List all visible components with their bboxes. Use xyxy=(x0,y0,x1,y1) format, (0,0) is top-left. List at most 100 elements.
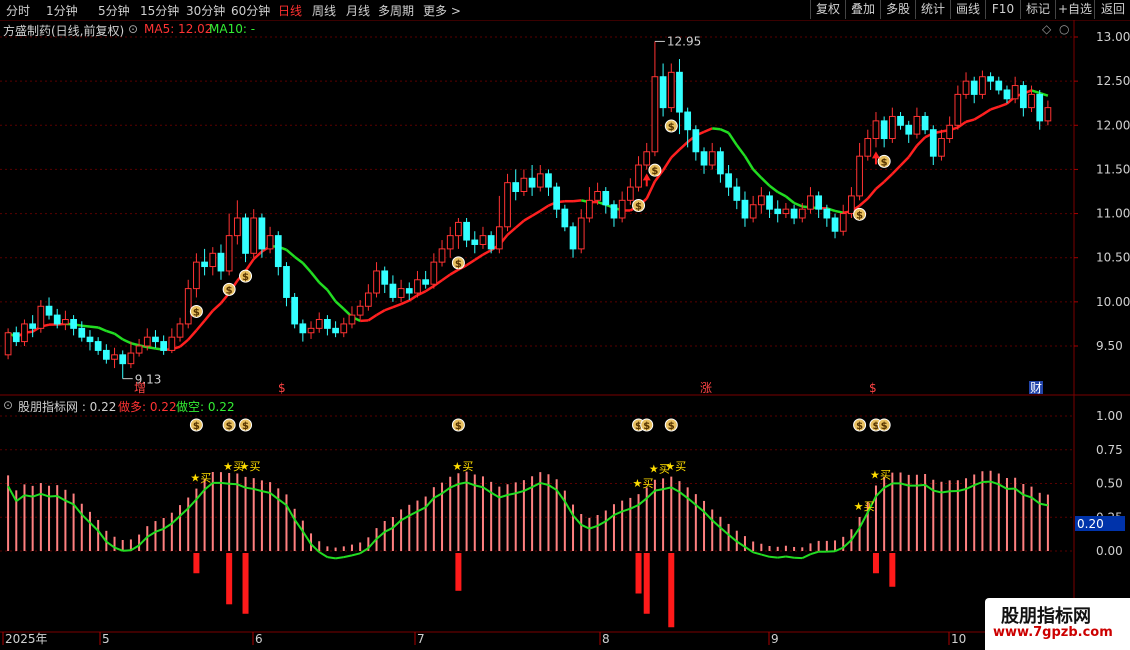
buy-signal-label: 买 xyxy=(200,471,211,484)
candle-body xyxy=(667,71,675,109)
candle-body xyxy=(962,80,970,95)
ma-line-segment xyxy=(531,209,541,217)
ma-line-segment xyxy=(367,314,378,322)
indicator-toggle-icon[interactable]: ⊙ xyxy=(3,398,13,412)
candle-body xyxy=(864,138,872,157)
watermark-url: www.7gpzb.com xyxy=(993,625,1113,640)
indicator-line-segment xyxy=(327,556,336,560)
ma-line-segment xyxy=(122,338,132,345)
candle-body xyxy=(4,332,12,356)
indicator-line-segment xyxy=(875,487,885,497)
indicator-line-segment xyxy=(253,487,263,493)
ma-line-segment xyxy=(244,258,255,272)
indicator-line-segment xyxy=(15,494,26,502)
indicator-line-segment xyxy=(769,555,778,559)
candle-body xyxy=(643,151,651,166)
indicator-line-segment xyxy=(490,491,500,499)
candle-body xyxy=(250,217,258,254)
ma-line-segment xyxy=(907,144,918,158)
indicator-line-segment xyxy=(261,490,271,494)
indicator-line-segment xyxy=(220,481,230,485)
ma-line-segment xyxy=(400,299,410,306)
indicator-line-segment xyxy=(654,488,664,492)
candle-body xyxy=(823,208,831,219)
indicator-line-segment xyxy=(785,555,795,559)
buy-star-icon: ★ xyxy=(870,468,880,481)
ma-toggle-icon[interactable]: ⊙ xyxy=(128,22,138,36)
candle-body xyxy=(569,226,577,250)
indicator-line-segment xyxy=(466,481,476,487)
indicator-line-segment xyxy=(335,556,344,560)
indicator-line-segment xyxy=(801,553,811,560)
ma-line-segment xyxy=(375,309,386,317)
chart-expand-icon[interactable]: ○ xyxy=(1059,22,1069,36)
candle-body xyxy=(970,80,978,95)
candle-body xyxy=(717,151,724,175)
price-tick-label: 11.50 xyxy=(1096,162,1130,176)
event-marker: 涨 xyxy=(700,380,712,395)
candle-body xyxy=(536,173,544,188)
candle-body xyxy=(135,345,143,354)
indicator-line-segment xyxy=(670,486,680,493)
indicator-line-segment xyxy=(900,482,909,487)
buy-signal-label: 买 xyxy=(462,460,473,473)
buy-signal-label: 买 xyxy=(643,477,654,490)
indicator-line-segment xyxy=(179,507,189,517)
sell-spike-bar xyxy=(889,553,896,587)
candle-body xyxy=(233,217,241,237)
money-bag-symbol: $ xyxy=(643,421,650,432)
chart-settings-icon[interactable]: ◇ xyxy=(1042,22,1051,36)
indicator-line-segment xyxy=(318,551,328,559)
ma-line-segment xyxy=(858,197,869,207)
indicator-line-segment xyxy=(924,484,934,492)
indicator-line-segment xyxy=(245,486,254,490)
indicator-line-segment xyxy=(736,540,746,548)
ma-line-segment xyxy=(777,190,787,198)
candle-body xyxy=(848,195,855,215)
candle-body xyxy=(1003,89,1011,100)
candle-body xyxy=(438,248,446,263)
buy-signal-label: 买 xyxy=(880,468,891,481)
money-bag-symbol: $ xyxy=(242,272,249,283)
candle-body xyxy=(995,80,1003,91)
indicator-line-segment xyxy=(515,489,525,495)
candle-body xyxy=(495,226,503,250)
indicator-line-segment xyxy=(613,510,623,516)
time-axis-label: 5 xyxy=(102,632,110,646)
candle-body xyxy=(21,323,28,343)
ma-line-segment xyxy=(449,268,460,276)
indicator-line-segment xyxy=(752,551,762,556)
price-tick-label: 12.00 xyxy=(1096,118,1130,132)
candle-body xyxy=(872,120,880,140)
indicator-tick-label: 0.00 xyxy=(1096,544,1123,558)
indicator-line-segment xyxy=(367,538,378,549)
candle-body xyxy=(512,182,520,193)
candle-body xyxy=(1011,85,1019,100)
sell-spike-bar xyxy=(643,553,650,614)
time-axis-label: 2025年 xyxy=(5,632,48,646)
candle-body xyxy=(53,314,61,325)
buy-star-icon: ★ xyxy=(223,460,233,473)
candle-body xyxy=(291,296,299,325)
indicator-line-segment xyxy=(122,549,131,552)
candle-body xyxy=(839,213,847,232)
candle-body xyxy=(168,336,176,351)
candle-body xyxy=(315,319,323,329)
candle-body xyxy=(888,115,896,140)
candle-body xyxy=(504,182,511,228)
candle-body xyxy=(283,266,290,298)
indicator-line-segment xyxy=(56,495,66,502)
candle-body xyxy=(102,349,110,360)
indicator-line-segment xyxy=(417,506,427,513)
indicator-line-segment xyxy=(563,500,574,516)
ma-line-segment xyxy=(130,341,140,347)
candle-body xyxy=(307,327,315,334)
candle-body xyxy=(422,279,430,285)
indicator-tick-label: 0.75 xyxy=(1096,443,1123,457)
candle-body xyxy=(577,217,585,250)
candle-body xyxy=(610,204,618,219)
event-marker: 财 xyxy=(1030,381,1042,395)
candle-body xyxy=(119,354,127,365)
candle-body xyxy=(692,129,700,153)
money-bag-symbol: $ xyxy=(651,166,658,177)
